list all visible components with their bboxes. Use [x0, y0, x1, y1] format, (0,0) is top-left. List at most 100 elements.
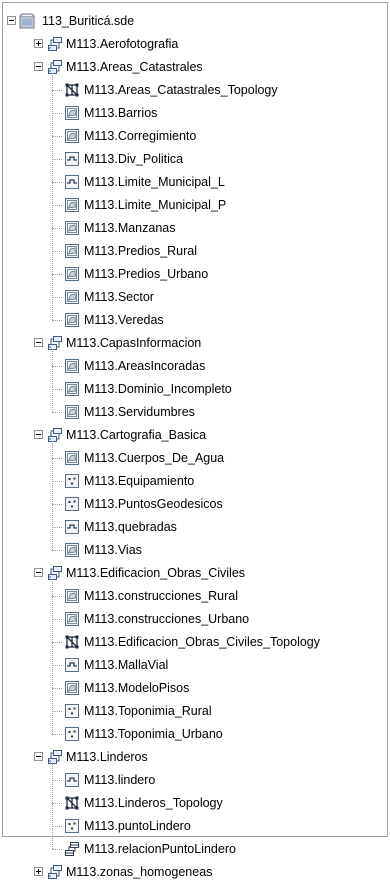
geodatabase-icon: [19, 13, 35, 29]
tree-item-label: M113.Div_Politica: [84, 152, 184, 166]
tree-row-dataset-4-item-1[interactable]: M113.construcciones_Urbano: [0, 608, 390, 631]
tree-row-dataset-5-item-1[interactable]: M113.Linderos_Topology: [0, 792, 390, 815]
tree-row-dataset-0[interactable]: M113.Aerofotografia: [0, 33, 390, 56]
tree-row-dataset-1-item-10[interactable]: M113.Veredas: [0, 309, 390, 332]
tree-item-label: M113.zonas_homogeneas: [66, 865, 213, 879]
tree-row-dataset-1-item-7[interactable]: M113.Predios_Rural: [0, 240, 390, 263]
tree-row-dataset-6[interactable]: M113.zonas_homogeneas: [0, 861, 390, 884]
tree-item-label: M113.Linderos_Topology: [84, 796, 223, 810]
collapse-icon[interactable]: [34, 430, 43, 439]
tree-connector: [52, 550, 62, 551]
tree-item-label: M113.Limite_Municipal_L: [84, 175, 225, 189]
tree-item-label: M113.Edificacion_Obras_Civiles_Topology: [84, 635, 321, 649]
tree-connector: [52, 619, 62, 620]
tree-row-dataset-1-item-3[interactable]: M113.Div_Politica: [0, 148, 390, 171]
polygon-icon: [64, 381, 80, 397]
tree-row-dataset-1-item-6[interactable]: M113.Manzanas: [0, 217, 390, 240]
tree-item-label: M113.construcciones_Rural: [84, 589, 239, 603]
collapse-icon[interactable]: [34, 338, 43, 347]
tree-row-dataset-5[interactable]: M113.Linderos: [0, 746, 390, 769]
tree-row-dataset-2-item-1[interactable]: M113.Dominio_Incompleto: [0, 378, 390, 401]
line-icon: [64, 772, 80, 788]
tree-row-dataset-3-item-3[interactable]: M113.quebradas: [0, 516, 390, 539]
topology-icon: [64, 82, 80, 98]
collapse-icon[interactable]: [34, 62, 43, 71]
tree-row-dataset-5-item-3[interactable]: M113.relacionPuntoLindero: [0, 838, 390, 861]
tree-row-dataset-3-item-1[interactable]: M113.Equipamiento: [0, 470, 390, 493]
point-icon: [64, 726, 80, 742]
tree-row-dataset-2-item-0[interactable]: M113.AreasIncoradas: [0, 355, 390, 378]
tree-row-dataset-1-item-8[interactable]: M113.Predios_Urbano: [0, 263, 390, 286]
tree-row-dataset-1[interactable]: M113.Areas_Catastrales: [0, 56, 390, 79]
tree-row-dataset-1-item-0[interactable]: M113.Areas_Catastrales_Topology: [0, 79, 390, 102]
tree-connector: [52, 113, 62, 114]
tree-item-label: M113.Dominio_Incompleto: [84, 382, 232, 396]
polygon-icon: [64, 680, 80, 696]
polygon-icon: [64, 105, 80, 121]
tree-row-dataset-1-item-1[interactable]: M113.Barrios: [0, 102, 390, 125]
tree-row-dataset-4-item-6[interactable]: M113.Toponimia_Urbano: [0, 723, 390, 746]
tree-row-dataset-3-item-2[interactable]: M113.PuntosGeodesicos: [0, 493, 390, 516]
feature-dataset-icon: [47, 335, 63, 351]
tree-row-root[interactable]: 113_Buriticá.sde: [0, 10, 390, 33]
tree-item-label: M113.Barrios: [84, 106, 158, 120]
tree-connector: [52, 849, 62, 850]
tree-item-label: M113.Linderos: [66, 750, 148, 764]
point-icon: [64, 473, 80, 489]
tree-row-dataset-2[interactable]: M113.CapasInformacion: [0, 332, 390, 355]
tree-connector: [52, 389, 62, 390]
expand-icon[interactable]: [34, 39, 43, 48]
polygon-icon: [64, 128, 80, 144]
feature-dataset-icon: [47, 864, 63, 880]
polygon-icon: [64, 542, 80, 558]
point-icon: [64, 496, 80, 512]
tree-row-dataset-4-item-0[interactable]: M113.construcciones_Rural: [0, 585, 390, 608]
tree-item-label: 113_Buriticá.sde: [42, 14, 135, 28]
tree-item-label: M113.Toponimia_Urbano: [84, 727, 223, 741]
tree-row-dataset-4-item-4[interactable]: M113.ModeloPisos: [0, 677, 390, 700]
tree-connector: [52, 228, 62, 229]
feature-dataset-icon: [47, 36, 63, 52]
collapse-icon[interactable]: [7, 16, 16, 25]
tree-connector: [52, 320, 62, 321]
tree-row-dataset-1-item-4[interactable]: M113.Limite_Municipal_L: [0, 171, 390, 194]
tree-row-dataset-4-item-2[interactable]: M113.Edificacion_Obras_Civiles_Topology: [0, 631, 390, 654]
tree-row-dataset-3-item-0[interactable]: M113.Cuerpos_De_Agua: [0, 447, 390, 470]
tree-item-label: M113.Areas_Catastrales_Topology: [84, 83, 278, 97]
collapse-icon[interactable]: [34, 568, 43, 577]
tree-connector: [52, 205, 62, 206]
polygon-icon: [64, 404, 80, 420]
tree-row-dataset-1-item-5[interactable]: M113.Limite_Municipal_P: [0, 194, 390, 217]
tree-row-dataset-1-item-2[interactable]: M113.Corregimiento: [0, 125, 390, 148]
tree-connector: [52, 504, 62, 505]
tree-row-dataset-3[interactable]: M113.Cartografia_Basica: [0, 424, 390, 447]
tree-item-label: M113.ModeloPisos: [84, 681, 190, 695]
tree-connector: [52, 688, 62, 689]
tree-item-label: M113.Equipamiento: [84, 474, 195, 488]
polygon-icon: [64, 266, 80, 282]
tree-row-dataset-1-item-9[interactable]: M113.Sector: [0, 286, 390, 309]
tree-item-label: M113.lindero: [84, 773, 156, 787]
tree-item-label: M113.PuntosGeodesicos: [84, 497, 223, 511]
tree-item-label: M113.Predios_Urbano: [84, 267, 209, 281]
polygon-icon: [64, 197, 80, 213]
tree-row-dataset-4-item-3[interactable]: M113.MallaVial: [0, 654, 390, 677]
tree-row-dataset-3-item-4[interactable]: M113.Vias: [0, 539, 390, 562]
tree-connector: [52, 159, 62, 160]
tree-row-dataset-5-item-0[interactable]: M113.lindero: [0, 769, 390, 792]
tree-item-label: M113.AreasIncoradas: [84, 359, 206, 373]
line-icon: [64, 657, 80, 673]
polygon-icon: [64, 220, 80, 236]
tree-row-dataset-5-item-2[interactable]: M113.puntoLindero: [0, 815, 390, 838]
tree-row-dataset-4[interactable]: M113.Edificacion_Obras_Civiles: [0, 562, 390, 585]
tree-item-label: M113.MallaVial: [84, 658, 169, 672]
polygon-icon: [64, 243, 80, 259]
expand-icon[interactable]: [34, 867, 43, 876]
tree-row-dataset-4-item-5[interactable]: M113.Toponimia_Rural: [0, 700, 390, 723]
tree-item-label: M113.Cartografia_Basica: [66, 428, 207, 442]
tree-item-label: M113.Predios_Rural: [84, 244, 198, 258]
tree-connector: [52, 527, 62, 528]
tree-connector: [52, 734, 62, 735]
collapse-icon[interactable]: [34, 752, 43, 761]
tree-row-dataset-2-item-2[interactable]: M113.Servidumbres: [0, 401, 390, 424]
